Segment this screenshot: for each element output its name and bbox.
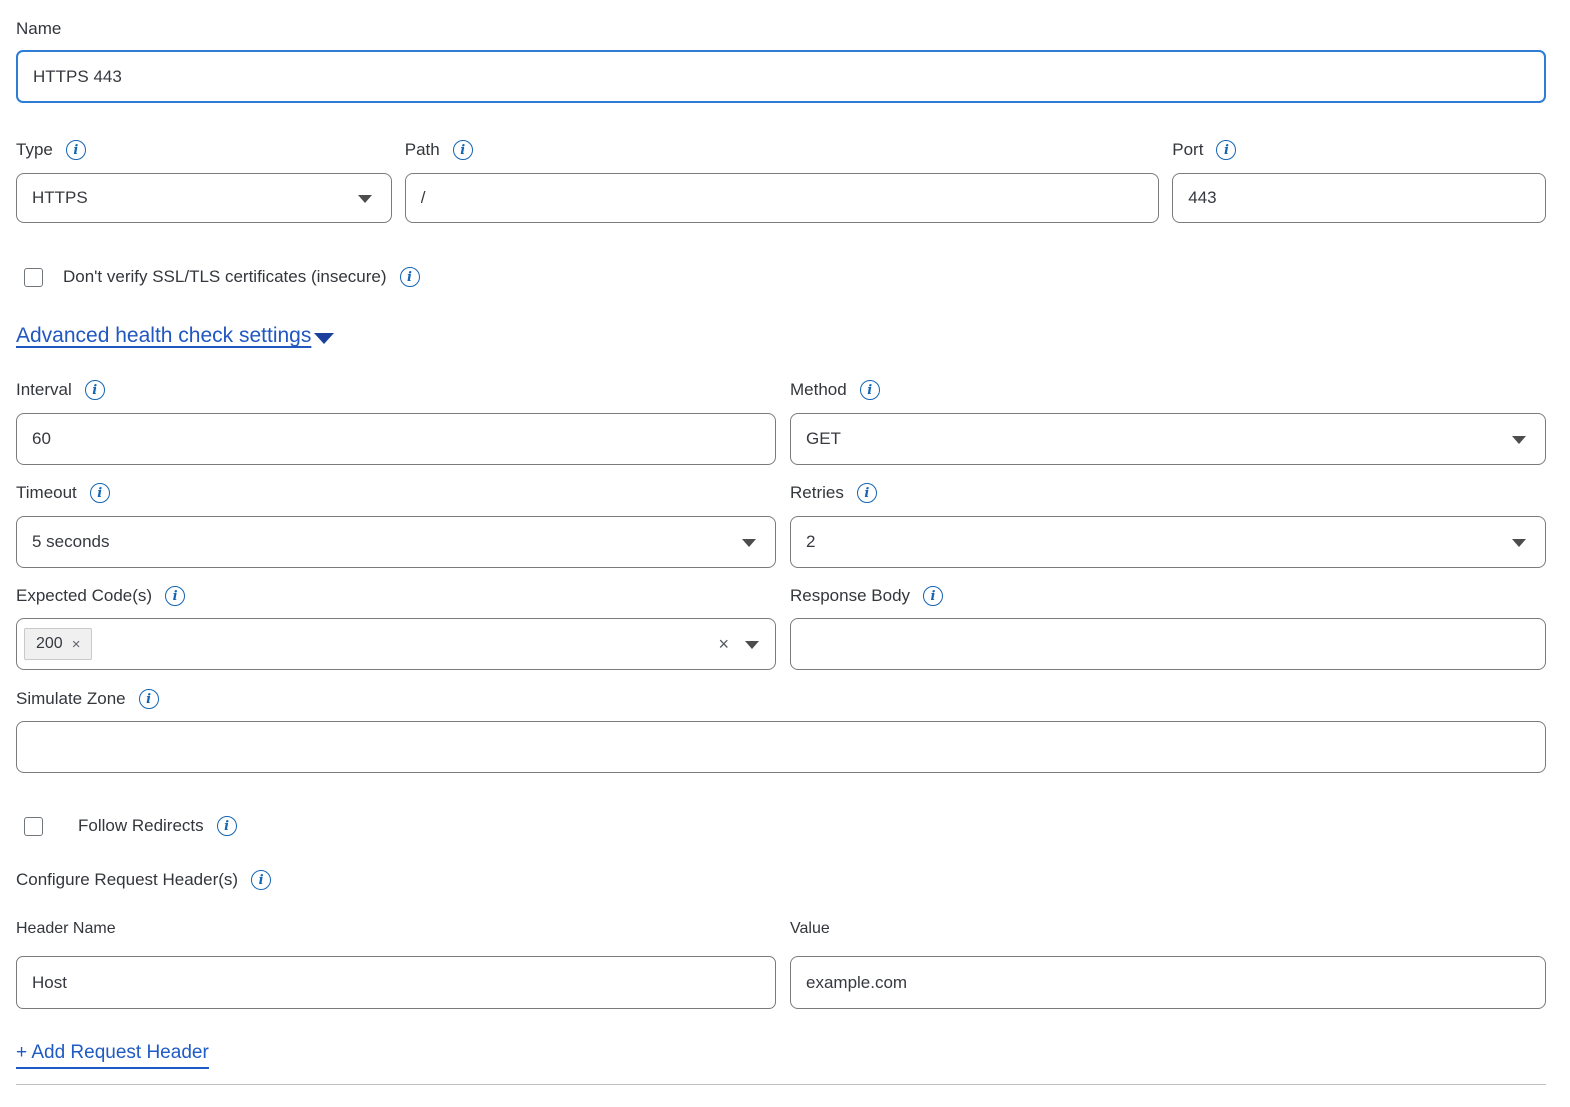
port-label-text: Port [1172, 139, 1203, 161]
simulate-zone-label: Simulate Zone i [16, 688, 1546, 710]
timeout-retries-fields: 5 seconds 2 [16, 516, 1546, 568]
expected-code-tag-text: 200 [36, 635, 63, 653]
simulate-zone-label-text: Simulate Zone [16, 688, 126, 710]
request-headers-info-icon[interactable]: i [251, 870, 271, 890]
header-name-column-label: Header Name [16, 918, 776, 939]
interval-label-text: Interval [16, 379, 72, 401]
chevron-down-icon [1512, 539, 1526, 547]
advanced-settings-row: Advanced health check settings [16, 324, 1546, 348]
port-input[interactable] [1172, 173, 1546, 223]
add-request-header-row: + Add Request Header [16, 1042, 1546, 1069]
type-select[interactable]: HTTPS [16, 173, 392, 223]
retries-label-text: Retries [790, 482, 844, 504]
expected-codes-multiselect[interactable]: 200 × × [16, 618, 776, 670]
path-input[interactable] [405, 173, 1159, 223]
name-input[interactable] [16, 50, 1546, 103]
port-info-icon[interactable]: i [1216, 140, 1236, 160]
tag-remove-icon[interactable]: × [72, 636, 81, 653]
interval-info-icon[interactable]: i [85, 380, 105, 400]
follow-redirects-label: Follow Redirects [78, 816, 204, 836]
interval-label: Interval i [16, 379, 776, 401]
request-headers-section-text: Configure Request Header(s) [16, 869, 238, 891]
method-info-icon[interactable]: i [860, 380, 880, 400]
request-headers-section-label: Configure Request Header(s) i [16, 869, 1546, 891]
type-label-text: Type [16, 139, 53, 161]
ssl-checkbox-row: Don't verify SSL/TLS certificates (insec… [16, 267, 1546, 287]
response-body-label-text: Response Body [790, 585, 910, 607]
section-divider [16, 1084, 1546, 1085]
follow-redirects-info-icon[interactable]: i [217, 816, 237, 836]
path-label-text: Path [405, 139, 440, 161]
timeout-select-value: 5 seconds [32, 532, 110, 552]
health-check-form: Name Type i Path i Port i HTTPS Don't ve… [0, 0, 1570, 1085]
timeout-info-icon[interactable]: i [90, 483, 110, 503]
ssl-checkbox-label: Don't verify SSL/TLS certificates (insec… [63, 267, 387, 287]
response-body-input[interactable] [790, 618, 1546, 670]
ssl-info-icon[interactable]: i [400, 267, 420, 287]
type-path-port-fields: HTTPS [16, 173, 1546, 223]
retries-select-value: 2 [806, 532, 815, 552]
method-select-value: GET [806, 429, 841, 449]
triangle-down-icon [314, 333, 334, 344]
expected-codes-label-text: Expected Code(s) [16, 585, 152, 607]
timeout-select[interactable]: 5 seconds [16, 516, 776, 568]
expected-codes-info-icon[interactable]: i [165, 586, 185, 606]
method-select[interactable]: GET [790, 413, 1546, 465]
header-name-input[interactable] [16, 956, 776, 1009]
timeout-label: Timeout i [16, 482, 776, 504]
timeout-label-text: Timeout [16, 482, 77, 504]
advanced-settings-link-text: Advanced health check settings [16, 324, 311, 348]
response-body-label: Response Body i [790, 585, 1546, 607]
chevron-down-icon[interactable] [745, 641, 759, 649]
value-column-label: Value [790, 918, 1546, 939]
type-path-port-labels: Type i Path i Port i [16, 139, 1546, 161]
retries-label: Retries i [790, 482, 1546, 504]
method-label-text: Method [790, 379, 847, 401]
interval-method-fields: GET [16, 413, 1546, 465]
clear-all-icon[interactable]: × [718, 635, 729, 653]
type-info-icon[interactable]: i [66, 140, 86, 160]
type-label: Type i [16, 139, 392, 161]
interval-method-labels: Interval i Method i [16, 379, 1546, 401]
timeout-retries-labels: Timeout i Retries i [16, 482, 1546, 504]
header-value-input[interactable] [790, 956, 1546, 1009]
interval-input[interactable] [16, 413, 776, 465]
path-info-icon[interactable]: i [453, 140, 473, 160]
codes-body-fields: 200 × × [16, 618, 1546, 670]
port-label: Port i [1172, 139, 1546, 161]
follow-redirects-checkbox[interactable] [24, 817, 43, 836]
retries-select[interactable]: 2 [790, 516, 1546, 568]
chevron-down-icon [1512, 436, 1526, 444]
name-label: Name [16, 18, 1546, 40]
method-label: Method i [790, 379, 1546, 401]
simulate-zone-input[interactable] [16, 721, 1546, 773]
type-select-value: HTTPS [32, 188, 88, 208]
codes-body-labels: Expected Code(s) i Response Body i [16, 585, 1546, 607]
add-request-header-link[interactable]: + Add Request Header [16, 1042, 209, 1069]
retries-info-icon[interactable]: i [857, 483, 877, 503]
ssl-verify-checkbox[interactable] [24, 268, 43, 287]
chevron-down-icon [358, 195, 372, 203]
path-label: Path i [405, 139, 1159, 161]
chevron-down-icon [742, 539, 756, 547]
follow-redirects-row: Follow Redirects i [16, 816, 1546, 836]
response-body-info-icon[interactable]: i [923, 586, 943, 606]
request-header-column-labels: Header Name Value [16, 918, 1546, 939]
advanced-settings-link[interactable]: Advanced health check settings [16, 324, 334, 348]
expected-codes-label: Expected Code(s) i [16, 585, 776, 607]
name-label-text: Name [16, 18, 61, 40]
expected-code-tag: 200 × [24, 628, 92, 660]
simulate-zone-info-icon[interactable]: i [139, 689, 159, 709]
request-header-row [16, 956, 1546, 1009]
